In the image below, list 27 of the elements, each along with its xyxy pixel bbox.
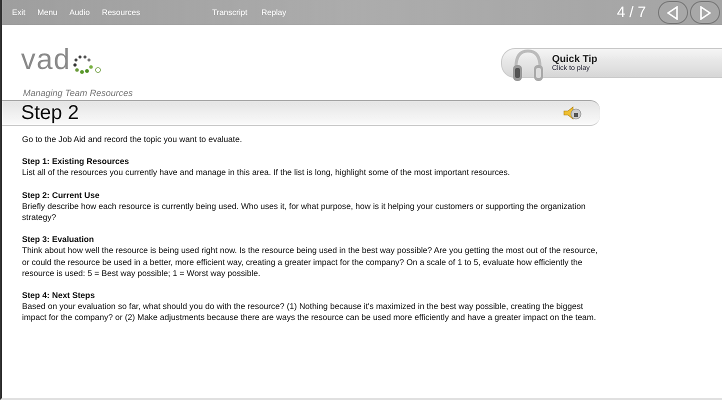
section-heading: Step 4: Next Steps [22,290,96,302]
course-title: Managing Team Resources [22,87,134,100]
section-heading: Step 3: Evaluation [22,234,95,246]
section-heading: Step 1: Existing Resources [22,156,130,168]
logo-dots-icon [72,54,94,76]
speaker-icon[interactable] [562,104,582,122]
previous-button[interactable] [658,1,688,24]
section-text: Based on your evaluation so far, what should you do with the resource? (1) Nothing because it's maximized in the best way possible, creating the biggest impact for the company? or (2) Make adjustments because there are ways the resource can be used more efficiently and have a greater impact on the team. [22,301,598,324]
menu-item[interactable]: Replay [261,8,286,17]
menu-item[interactable]: Resources [102,8,140,17]
left-triangle-icon [667,6,679,20]
section-heading: Step 2: Current Use [22,190,100,201]
menu-item[interactable]: Transcript [212,8,248,17]
logo-text: vad [21,46,71,75]
step-title: Step 2 [20,102,79,124]
right-triangle-icon [699,6,711,20]
menu-item[interactable]: Exit [12,8,26,17]
section-text: List all of the resources you currently have and manage in this area. If the list is long, highlight some of the most important resources. [22,167,511,179]
next-button[interactable] [690,1,720,24]
section-text: Think about how well the resource is being used right now. Is the resource being used in the best way possible? Are you getting the most out of the resource, or could the resource be used in a better, more efficient way, creating a greater impact for the company? On a scale of 1 to 5, evaluate how efficiently the resource is used: 5 = Best way possible; 1 = Worst way possible. [22,245,599,280]
registered-mark-icon [94,67,101,73]
section-text: Briefly describe how each resource is currently being used. Who uses it, for what purpose, how is it helping your customers or supporting the organization strategy? [22,200,587,224]
menu-item[interactable]: Audio [69,8,90,17]
page-counter: 4 / 7 [616,4,646,21]
quick-tip-title: Quick Tip [552,54,598,65]
intro-text: Go to the Job Aid and record the topic you want to evaluate. [22,134,244,146]
menu-item[interactable]: Menu [37,8,58,17]
